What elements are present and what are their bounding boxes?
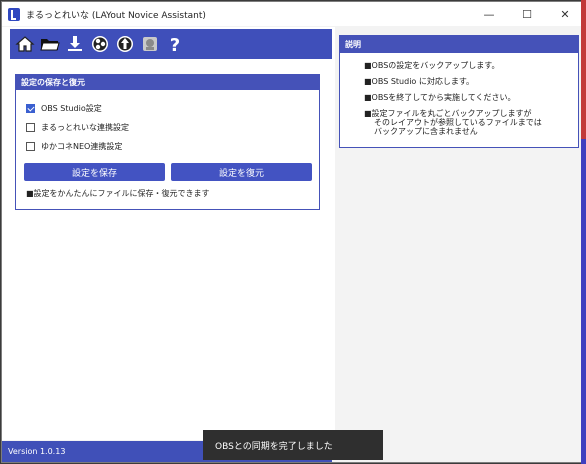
group-note: ■設定をかんたんにファイルに保存・復元できます bbox=[26, 189, 210, 198]
description-panel: 説明 ■OBSの設定をバックアップします。 ■OBS Studio に対応します… bbox=[339, 35, 579, 148]
checkbox-marutto-reina[interactable] bbox=[26, 123, 35, 132]
description-line: ■OBSを終了してから実施してください。 bbox=[364, 93, 516, 102]
sync-toast: OBSとの同期を完了しました bbox=[203, 430, 383, 460]
minimize-button[interactable]: — bbox=[470, 2, 508, 26]
backup-restore-group: 設定の保存と復元 OBS Studio設定 まるっとれいな連携設定 ゆかコネNE… bbox=[15, 74, 320, 210]
background-window-edge bbox=[581, 0, 586, 464]
close-button[interactable]: ✕ bbox=[546, 2, 584, 26]
group-title: 設定の保存と復元 bbox=[16, 75, 319, 90]
download-icon[interactable] bbox=[63, 33, 86, 56]
help-icon[interactable]: ? bbox=[163, 33, 186, 56]
save-settings-button[interactable]: 設定を保存 bbox=[24, 163, 165, 181]
right-pane: 説明 ■OBSの設定をバックアップします。 ■OBS Studio に対応します… bbox=[335, 27, 584, 440]
window-controls: — ☐ ✕ bbox=[470, 2, 584, 26]
checkbox-yukacone-neo[interactable] bbox=[26, 142, 35, 151]
description-line: ■OBS Studio に対応します。 bbox=[364, 77, 475, 86]
left-pane: ? 設定の保存と復元 OBS Studio設定 まるっとれいな連携設定 ゆかコネ… bbox=[2, 27, 335, 462]
description-line: ■OBSの設定をバックアップします。 bbox=[364, 61, 500, 70]
title-bar: まるっとれいな (LAYout Novice Assistant) — ☐ ✕ bbox=[2, 2, 584, 26]
checkbox-obs-studio[interactable] bbox=[26, 104, 35, 113]
description-line: バックアップに含まれません bbox=[374, 127, 478, 136]
description-title: 説明 bbox=[340, 36, 578, 53]
obs-icon[interactable] bbox=[88, 33, 111, 56]
folder-icon[interactable] bbox=[38, 33, 61, 56]
svg-text:?: ? bbox=[169, 35, 179, 54]
yukari-icon[interactable] bbox=[138, 33, 161, 56]
option-label: ゆかコネNEO連携設定 bbox=[41, 142, 123, 151]
app-logo-icon bbox=[8, 7, 20, 21]
option-marutto-reina[interactable]: まるっとれいな連携設定 bbox=[26, 122, 129, 133]
maximize-button[interactable]: ☐ bbox=[508, 2, 546, 26]
home-icon[interactable] bbox=[13, 33, 36, 56]
window-title: まるっとれいな (LAYout Novice Assistant) bbox=[26, 10, 206, 21]
option-label: OBS Studio設定 bbox=[41, 104, 102, 113]
update-icon[interactable] bbox=[113, 33, 136, 56]
option-yukacone-neo[interactable]: ゆかコネNEO連携設定 bbox=[26, 141, 122, 152]
option-label: まるっとれいな連携設定 bbox=[41, 123, 129, 132]
restore-settings-button[interactable]: 設定を復元 bbox=[171, 163, 312, 181]
app-window: まるっとれいな (LAYout Novice Assistant) — ☐ ✕ bbox=[1, 1, 585, 463]
option-obs-studio[interactable]: OBS Studio設定 bbox=[26, 103, 102, 114]
toolbar: ? bbox=[10, 29, 332, 59]
